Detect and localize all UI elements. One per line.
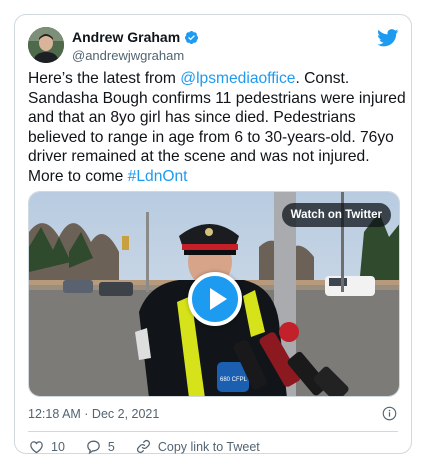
hashtag-link[interactable]: #LdnOnt	[128, 168, 188, 185]
copy-link-button[interactable]: Copy link to Tweet	[135, 438, 260, 455]
info-icon[interactable]	[382, 406, 397, 421]
link-icon	[136, 439, 150, 454]
author-name-row[interactable]: Andrew Graham	[72, 29, 199, 45]
divider	[28, 431, 398, 432]
tweet-text-part2: . Const. Sandasha Bough confirms 11 pede…	[28, 70, 406, 185]
author-name[interactable]: Andrew Graham	[72, 29, 180, 45]
avatar[interactable]	[28, 27, 64, 63]
tweet-card: Andrew Graham @andrewjwgraham Here’s the…	[14, 14, 412, 455]
reply-count: 5	[107, 439, 115, 454]
reply-button[interactable]: 5	[85, 438, 115, 455]
play-button[interactable]	[188, 272, 242, 326]
mention-link[interactable]: @lpsmediaoffice	[180, 70, 295, 87]
watch-on-twitter-button[interactable]: Watch on Twitter	[281, 203, 391, 227]
like-button[interactable]: 10	[28, 438, 65, 455]
reply-bubble-icon	[87, 440, 100, 455]
avatar-image	[28, 27, 64, 63]
tweet-text-part1: Here’s the latest from	[28, 70, 181, 87]
tweet-timestamp[interactable]: 12:18 AM · Dec 2, 2021	[28, 407, 159, 421]
twitter-bird-icon[interactable]	[377, 29, 399, 47]
like-count: 10	[51, 439, 65, 454]
author-handle[interactable]: @andrewjwgraham	[72, 48, 184, 63]
tweet-text: Here’s the latest from @lpsmediaoffice. …	[28, 69, 406, 186]
video-media[interactable]: 680 CFPL Watch on Twitter	[28, 191, 400, 397]
tweet-actions: 10 5 Copy link to Tweet	[28, 438, 280, 455]
verified-badge-icon	[185, 30, 199, 44]
mic-label-text: 680 CFPL	[220, 377, 248, 383]
copy-link-label: Copy link to Tweet	[157, 439, 260, 454]
heart-icon	[30, 441, 43, 454]
